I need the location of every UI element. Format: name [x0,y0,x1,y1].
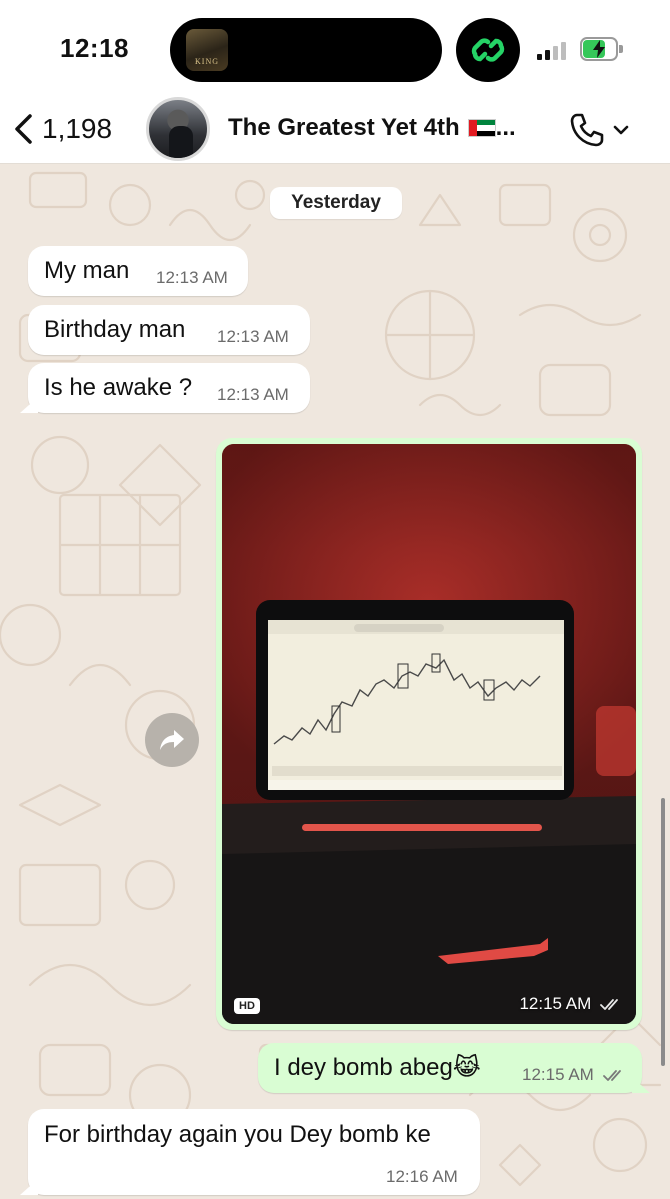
read-ticks-icon [602,1070,621,1081]
dynamic-island[interactable]: KING [170,18,442,82]
chat-area[interactable]: Yesterday My man 12:13 AM Birthday man 1… [0,165,670,1199]
contact-name-text: The Greatest Yet 4th [228,114,460,141]
image-message-bubble[interactable]: HD 12:15 AM [216,438,642,1030]
chevron-left-icon [15,114,32,144]
title-ellipsis: ... [495,114,516,141]
message-time: 12:15 AM [522,1065,625,1085]
forward-arrow-icon [160,730,184,750]
unread-count: 1,198 [42,113,113,144]
uae-flag-icon [467,119,496,137]
message-text: My man [44,257,130,284]
clock: 12:18 [60,33,129,63]
contact-name[interactable]: The Greatest Yet 4th... [228,114,516,142]
date-separator: Yesterday [270,187,402,219]
battery-icon [580,37,624,61]
contact-avatar[interactable] [146,97,210,161]
read-ticks-icon [600,999,618,1010]
message-bubble-incoming[interactable]: My man 12:13 AM [28,246,248,296]
photo-content [222,444,636,1024]
forward-button[interactable] [145,713,199,767]
message-text: I dey bomb abeg😹 [274,1054,481,1081]
hd-badge: HD [234,998,260,1014]
message-bubble-incoming[interactable]: For birthday again you Dey bomb ke 12:16… [28,1109,480,1195]
link-icon[interactable] [456,18,520,82]
artwork-text: KING [195,57,219,66]
message-bubble-incoming[interactable]: Is he awake ? 12:13 AM [28,363,310,413]
cellular-signal-icon [537,40,573,60]
message-bubble-incoming[interactable]: Birthday man 12:13 AM [28,305,310,355]
message-time: 12:15 AM [519,994,622,1014]
message-text: For birthday again you Dey bomb ke [44,1121,431,1148]
phone-icon [570,113,604,147]
message-time-text: 12:15 AM [522,1065,594,1084]
chat-header: 1,198 The Greatest Yet 4th... [0,97,670,164]
message-time: 12:13 AM [156,268,228,287]
scrollbar-thumb[interactable] [661,798,665,1066]
message-text: Birthday man [44,316,186,343]
chevron-down-icon [613,125,629,135]
message-time: 12:13 AM [217,385,289,404]
status-bar: 12:18 KING [0,0,670,98]
back-button[interactable]: 1,198 [10,106,112,152]
message-time: 12:13 AM [217,327,289,346]
message-time: 12:16 AM [386,1167,458,1186]
message-text: Is he awake ? [44,374,193,401]
call-button[interactable] [568,110,634,150]
now-playing-artwork[interactable]: KING [186,29,228,71]
chat-photo[interactable]: HD 12:15 AM [222,444,636,1024]
message-bubble-outgoing[interactable]: I dey bomb abeg😹 12:15 AM [258,1043,642,1093]
message-time-text: 12:15 AM [519,994,592,1013]
